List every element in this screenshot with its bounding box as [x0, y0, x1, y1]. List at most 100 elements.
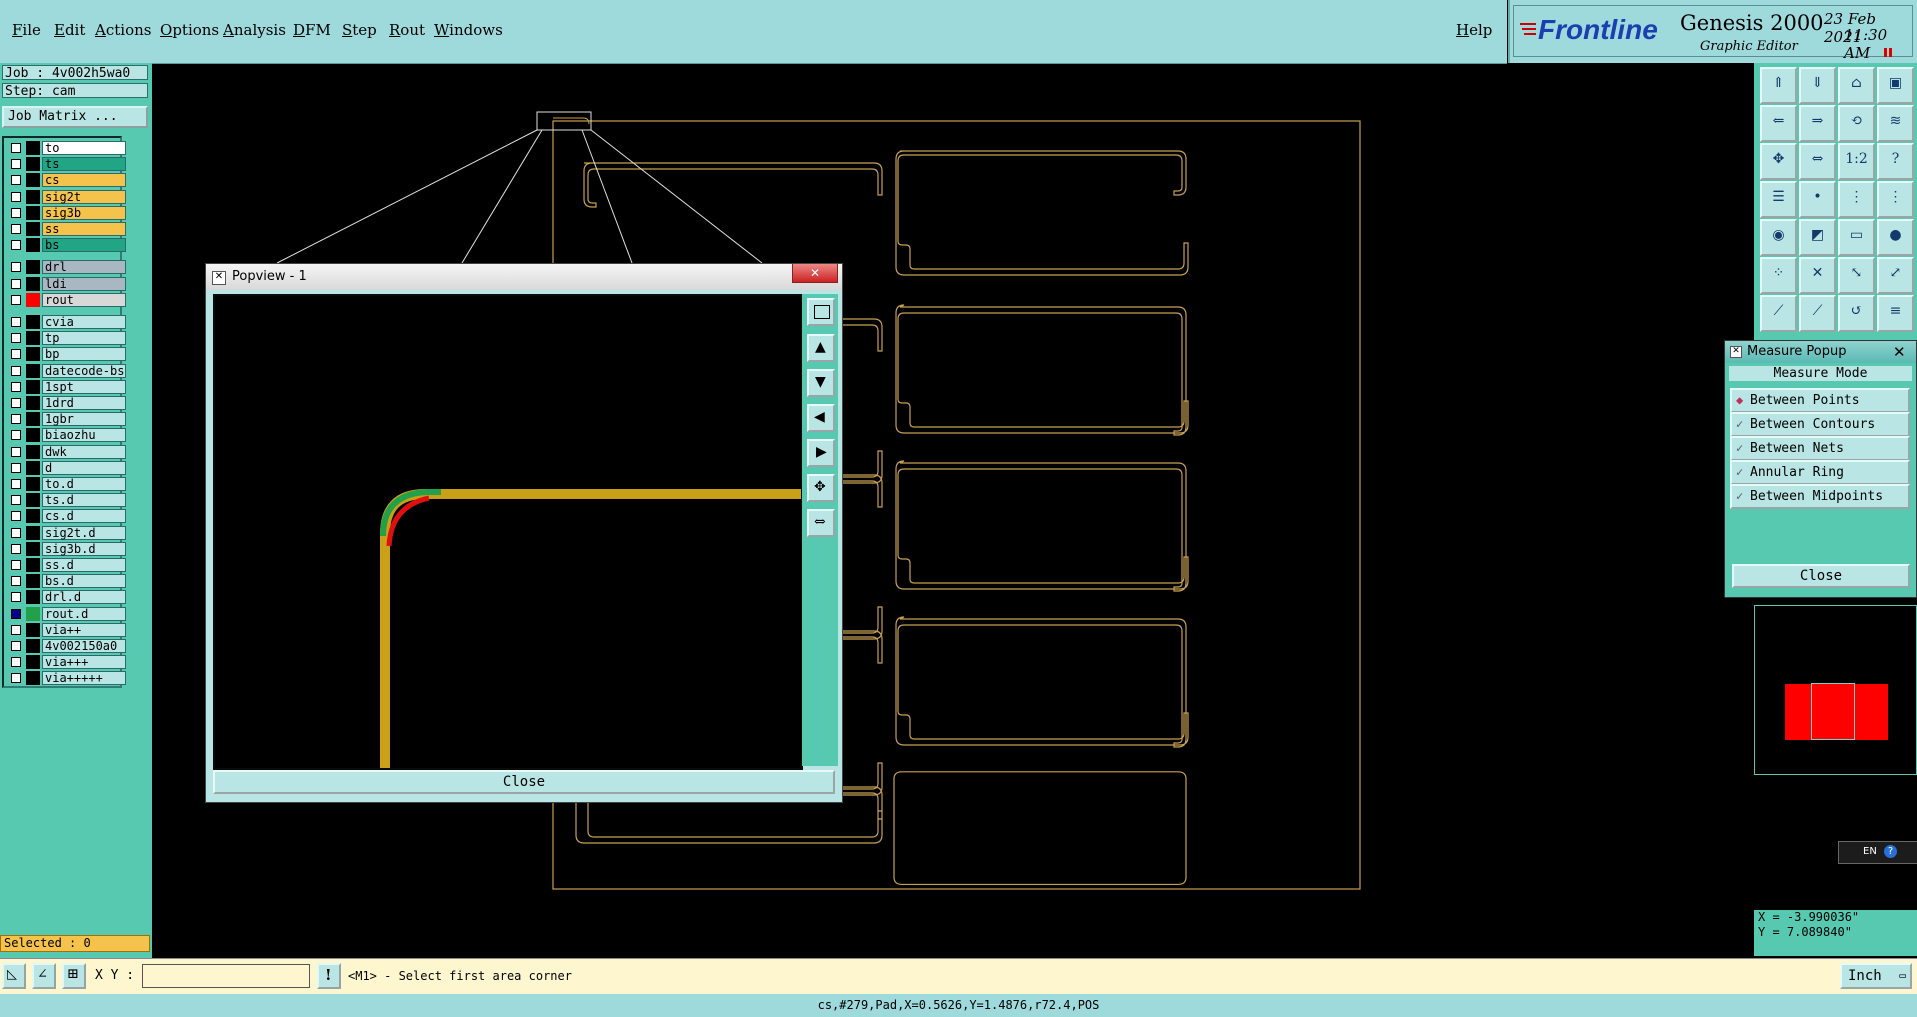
tool-button[interactable]: ⤢: [1877, 257, 1914, 294]
layer-color-swatch[interactable]: [26, 173, 40, 188]
measure-mode-option[interactable]: ✓ Between Midpoints: [1730, 484, 1910, 509]
tool-button[interactable]: ▭: [1838, 219, 1875, 256]
layer-color-swatch[interactable]: [26, 622, 40, 637]
layer-row[interactable]: ss: [6, 222, 126, 236]
tool-button[interactable]: ◉: [1760, 219, 1797, 256]
menu-actions[interactable]: Actions: [95, 21, 151, 39]
measure-tool-button[interactable]: ∠: [32, 963, 56, 989]
layer-color-swatch[interactable]: [26, 477, 40, 491]
layer-name[interactable]: sig2t.d: [42, 525, 126, 540]
layer-color-swatch[interactable]: [26, 222, 40, 236]
popview-close-icon[interactable]: ✕: [792, 264, 838, 283]
layer-row[interactable]: rout: [6, 292, 126, 307]
zoom-out-button[interactable]: ✥: [807, 474, 835, 502]
layer-name[interactable]: sig2t: [42, 189, 126, 204]
layer-row[interactable]: dwk: [6, 444, 126, 459]
tool-button[interactable]: ⤡: [1838, 257, 1875, 294]
layer-checkbox[interactable]: [11, 495, 21, 506]
layer-color-swatch[interactable]: [26, 238, 40, 253]
layer-color-swatch[interactable]: [26, 590, 40, 605]
layer-name[interactable]: drl.d: [42, 590, 126, 605]
layer-color-swatch[interactable]: [26, 292, 40, 307]
menu-windows[interactable]: Windows: [434, 21, 503, 39]
grid-button[interactable]: ⊞: [62, 963, 86, 989]
measure-mode-option[interactable]: ◆ Between Points: [1730, 388, 1910, 413]
layer-row[interactable]: drl.d: [6, 590, 126, 605]
layer-checkbox[interactable]: [11, 576, 21, 587]
zoom-in-button[interactable]: ⇔: [807, 509, 835, 537]
layer-name[interactable]: datecode-bs: [42, 363, 126, 378]
tool-button[interactable]: ≡: [1877, 295, 1914, 332]
layer-name[interactable]: cs: [42, 173, 126, 188]
snap-button[interactable]: ◺: [2, 963, 26, 989]
layer-checkbox[interactable]: [11, 657, 21, 668]
zoom-window-button[interactable]: [807, 298, 835, 326]
tool-button[interactable]: ⌂: [1838, 67, 1875, 104]
layer-color-swatch[interactable]: [26, 509, 40, 524]
layer-row[interactable]: to: [6, 141, 126, 155]
layer-color-swatch[interactable]: [26, 331, 40, 346]
layer-color-swatch[interactable]: [26, 541, 40, 556]
layer-row[interactable]: sig2t.d: [6, 525, 126, 540]
layer-checkbox[interactable]: [11, 278, 21, 289]
tool-button[interactable]: ✕: [1799, 257, 1836, 294]
menu-file[interactable]: File: [12, 21, 41, 39]
tool-button[interactable]: ◩: [1799, 219, 1836, 256]
menu-edit[interactable]: Edit: [54, 21, 85, 39]
layer-color-swatch[interactable]: [26, 379, 40, 394]
layer-name[interactable]: sig3b.d: [42, 541, 126, 556]
layer-color-swatch[interactable]: [26, 412, 40, 427]
layer-row[interactable]: 1drd: [6, 396, 126, 410]
measure-mode-option[interactable]: ✓ Annular Ring: [1730, 460, 1910, 485]
layer-checkbox[interactable]: [11, 159, 21, 170]
layer-color-swatch[interactable]: [26, 205, 40, 220]
layer-color-swatch[interactable]: [26, 655, 40, 670]
tool-button[interactable]: ☰: [1760, 181, 1797, 218]
layer-name[interactable]: bs.d: [42, 574, 126, 589]
layer-name[interactable]: ts: [42, 157, 126, 172]
layer-color-swatch[interactable]: [26, 444, 40, 459]
layer-row[interactable]: bs: [6, 238, 126, 253]
layer-row[interactable]: 1spt: [6, 379, 126, 394]
layer-checkbox[interactable]: [11, 175, 21, 186]
layer-row[interactable]: cs: [6, 173, 126, 188]
layer-name[interactable]: cs.d: [42, 509, 126, 524]
layer-row[interactable]: 1gbr: [6, 412, 126, 427]
units-select[interactable]: Inch ▭: [1840, 963, 1912, 989]
menu-options[interactable]: Options: [160, 21, 219, 39]
layer-color-swatch[interactable]: [26, 315, 40, 329]
measure-popup[interactable]: ✕ Measure Popup ✕ Measure Mode ◆ Between …: [1724, 340, 1917, 598]
tool-button[interactable]: 1:2: [1838, 143, 1875, 180]
layer-color-swatch[interactable]: [26, 460, 40, 475]
layer-checkbox[interactable]: [11, 592, 21, 603]
tool-button[interactable]: ≋: [1877, 105, 1914, 142]
tool-button[interactable]: ⁘: [1760, 257, 1797, 294]
tool-button[interactable]: ⟋: [1760, 295, 1797, 332]
layer-color-swatch[interactable]: [26, 260, 40, 275]
menu-dfm[interactable]: DFM: [293, 21, 331, 39]
layer-checkbox[interactable]: [11, 207, 21, 218]
layer-name[interactable]: via+++: [42, 655, 126, 670]
layer-name[interactable]: ldi: [42, 276, 126, 291]
measure-mode-option[interactable]: ✓ Between Contours: [1730, 412, 1910, 437]
tool-button[interactable]: ⇔: [1799, 143, 1836, 180]
layer-name[interactable]: via++: [42, 622, 126, 637]
job-matrix-button[interactable]: Job Matrix ...: [2, 106, 148, 128]
layer-color-swatch[interactable]: [26, 639, 40, 653]
pan-down-button[interactable]: ▼: [807, 369, 835, 397]
layer-row[interactable]: bp: [6, 347, 126, 362]
layer-checkbox[interactable]: [11, 527, 21, 538]
layer-row[interactable]: biaozhu: [6, 428, 126, 443]
layer-name[interactable]: bs: [42, 238, 126, 253]
layer-color-swatch[interactable]: [26, 141, 40, 155]
pan-left-button[interactable]: ◀: [807, 404, 835, 432]
layer-row[interactable]: datecode-bs: [6, 363, 126, 378]
layer-row[interactable]: d: [6, 460, 126, 475]
measure-close-icon[interactable]: ✕: [1893, 341, 1906, 363]
layer-name[interactable]: ts.d: [42, 493, 126, 508]
measure-titlebar[interactable]: ✕ Measure Popup ✕: [1725, 341, 1916, 363]
layer-name[interactable]: bp: [42, 347, 126, 362]
overview-panel[interactable]: [1754, 605, 1917, 775]
tool-button[interactable]: ⟲: [1838, 105, 1875, 142]
layer-name[interactable]: via+++++: [42, 671, 126, 686]
